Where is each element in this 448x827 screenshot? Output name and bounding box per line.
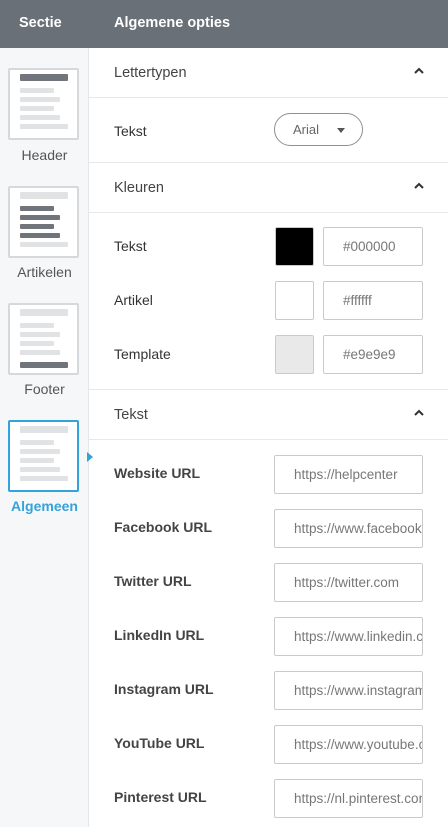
options-panel: Lettertypen Tekst Arial Kleuren Tekst Ar… xyxy=(89,48,448,827)
url-row-label: Twitter URL xyxy=(114,573,192,589)
footer-thumbnail xyxy=(8,303,79,375)
section-item-label: Artikelen xyxy=(17,264,72,280)
font-text-label: Tekst xyxy=(114,123,147,139)
linkedin-url-input[interactable] xyxy=(274,617,423,656)
youtube-url-input[interactable] xyxy=(274,725,423,764)
website-url-input[interactable] xyxy=(274,455,423,494)
header-thumbnail xyxy=(8,68,79,140)
instagram-url-input[interactable] xyxy=(274,671,423,710)
url-row-label: YouTube URL xyxy=(114,735,205,751)
algemeen-thumbnail xyxy=(8,420,79,492)
options-panel-title: Algemene opties xyxy=(114,15,231,31)
section-column-title: Sectie xyxy=(19,15,62,31)
section-title: Kleuren xyxy=(114,180,164,196)
url-row-label: LinkedIn URL xyxy=(114,627,205,643)
artikelen-thumbnail xyxy=(8,186,79,258)
section-item-label: Footer xyxy=(24,381,65,397)
url-row-label: Pinterest URL xyxy=(114,789,207,805)
text-section-header[interactable]: Tekst xyxy=(89,390,448,440)
chevron-up-icon[interactable] xyxy=(414,181,424,191)
chevron-up-icon[interactable] xyxy=(414,408,424,418)
color-hex-input-template[interactable] xyxy=(323,335,423,374)
color-row-label: Template xyxy=(114,346,171,362)
section-item-label: Header xyxy=(21,147,68,163)
url-row-label: Instagram URL xyxy=(114,681,214,697)
color-swatch-template[interactable] xyxy=(275,335,314,374)
fonts-section-header[interactable]: Lettertypen xyxy=(89,48,448,98)
facebook-url-input[interactable] xyxy=(274,509,423,548)
chevron-up-icon[interactable] xyxy=(414,66,424,76)
color-row-label: Artikel xyxy=(114,292,153,308)
pinterest-url-input[interactable] xyxy=(274,779,423,818)
font-select-value: Arial xyxy=(293,122,320,137)
url-row-label: Facebook URL xyxy=(114,519,213,535)
section-item-artikelen[interactable]: Artikelen xyxy=(0,186,89,296)
color-row-label: Tekst xyxy=(114,238,147,254)
section-sidebar: Header Artikelen Footer Algemeen xyxy=(0,48,89,827)
section-item-algemeen[interactable]: Algemeen xyxy=(0,420,89,530)
color-swatch-text[interactable] xyxy=(275,227,314,266)
section-title: Lettertypen xyxy=(114,65,187,81)
section-item-footer[interactable]: Footer xyxy=(0,303,89,413)
top-bar: Sectie Algemene opties xyxy=(0,0,448,48)
colors-section-header[interactable]: Kleuren xyxy=(89,163,448,213)
section-title: Tekst xyxy=(114,407,148,423)
thumbnail-bar xyxy=(20,74,68,81)
color-swatch-artikel[interactable] xyxy=(275,281,314,320)
url-row-label: Website URL xyxy=(114,465,201,481)
font-select[interactable]: Arial xyxy=(274,113,363,146)
caret-down-icon xyxy=(337,128,345,133)
section-item-label: Algemeen xyxy=(11,498,78,514)
color-hex-input-text[interactable] xyxy=(323,227,423,266)
color-hex-input-artikel[interactable] xyxy=(323,281,423,320)
section-item-header[interactable]: Header xyxy=(0,68,89,178)
twitter-url-input[interactable] xyxy=(274,563,423,602)
